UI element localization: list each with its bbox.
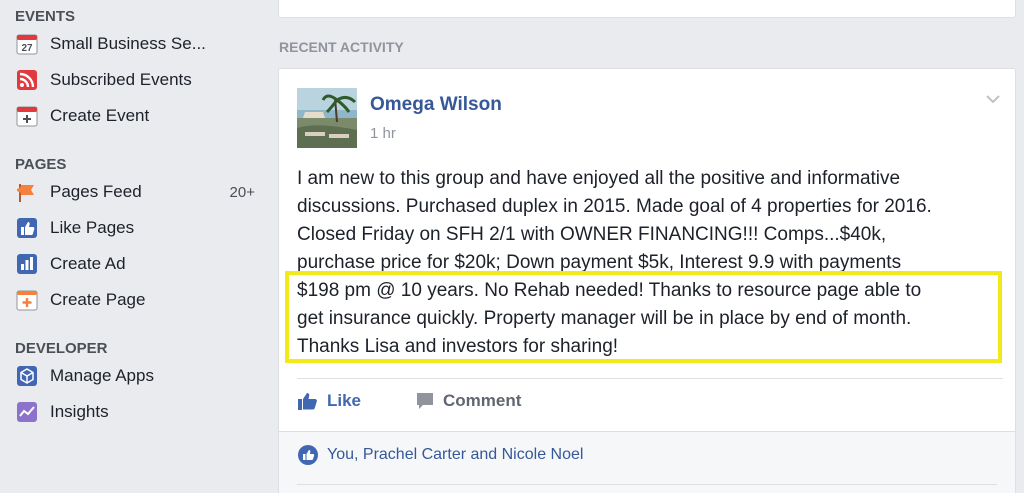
comment-icon: [415, 391, 435, 411]
previous-post-card: [278, 0, 1016, 18]
comment-label: Comment: [443, 391, 522, 410]
like-label: Like: [327, 391, 362, 410]
sidebar-item-label: Create Event: [50, 106, 150, 125]
highlight-box: [285, 271, 1002, 363]
sidebar-item-manage-apps[interactable]: Manage Apps: [15, 361, 255, 391]
divider: [297, 484, 997, 485]
calendar-icon: 27: [15, 32, 39, 56]
sidebar-item-label: Manage Apps: [50, 366, 154, 385]
chevron-down-icon[interactable]: [983, 89, 1003, 109]
reactions-bar: You, Prachel Carter and Nicole Noel: [279, 431, 1015, 493]
like-button[interactable]: Like: [297, 385, 361, 417]
recent-activity-title: RECENT ACTIVITY: [279, 39, 404, 55]
rss-icon: [15, 68, 39, 92]
thumbs-up-icon: [15, 216, 39, 240]
pages-section-title: PAGES: [15, 156, 67, 173]
sidebar-item-create-ad[interactable]: Create Ad: [15, 249, 255, 279]
sidebar-item-pages-feed[interactable]: Pages Feed 20+: [15, 177, 255, 207]
sidebar-item-label: Create Ad: [50, 254, 126, 273]
left-sidebar: EVENTS 27 Small Business Se... Subscribe…: [0, 0, 270, 493]
comment-button[interactable]: Comment: [415, 385, 521, 417]
sidebar-item-label: Create Page: [50, 290, 146, 309]
create-event-icon: [15, 104, 39, 128]
cube-icon: [15, 364, 39, 388]
developer-section-title: DEVELOPER: [15, 340, 108, 357]
line-chart-icon: [15, 400, 39, 424]
sidebar-item-label: Small Business Se...: [50, 34, 206, 53]
post-card: Omega Wilson 1 hr I am new to this group…: [278, 68, 1016, 493]
pages-feed-count-badge: 20+: [229, 183, 255, 201]
create-page-icon: [15, 288, 39, 312]
sidebar-item-label: Insights: [50, 402, 109, 421]
svg-text:27: 27: [21, 43, 33, 54]
sidebar-item-label: Like Pages: [50, 218, 135, 237]
like-reaction-icon: [297, 444, 319, 466]
reactions-summary[interactable]: You, Prachel Carter and Nicole Noel: [297, 444, 583, 466]
sidebar-item-like-pages[interactable]: Like Pages: [15, 213, 255, 243]
thumbs-up-icon: [297, 391, 319, 411]
sidebar-item-label: Subscribed Events: [50, 70, 192, 89]
avatar[interactable]: [297, 88, 357, 148]
sidebar-item-subscribed-events[interactable]: Subscribed Events: [15, 65, 255, 95]
post-author-name[interactable]: Omega Wilson: [370, 94, 502, 116]
sidebar-item-insights[interactable]: Insights: [15, 397, 255, 427]
bar-chart-icon: [15, 252, 39, 276]
post-line: discussions. Purchased duplex in 2015. M…: [297, 196, 932, 217]
sidebar-item-label: Pages Feed: [50, 182, 142, 201]
post-timestamp[interactable]: 1 hr: [370, 125, 396, 142]
flag-icon: [15, 180, 39, 204]
events-section-title: EVENTS: [15, 8, 76, 25]
reactions-text: You, Prachel Carter and Nicole Noel: [327, 446, 584, 463]
sidebar-item-create-page[interactable]: Create Page: [15, 285, 255, 315]
post-line: I am new to this group and have enjoyed …: [297, 168, 901, 189]
post-line: Closed Friday on SFH 2/1 with OWNER FINA…: [297, 224, 887, 245]
sidebar-item-small-business-event[interactable]: 27 Small Business Se...: [15, 29, 255, 59]
sidebar-item-create-event[interactable]: Create Event: [15, 101, 255, 131]
divider: [297, 378, 1003, 379]
